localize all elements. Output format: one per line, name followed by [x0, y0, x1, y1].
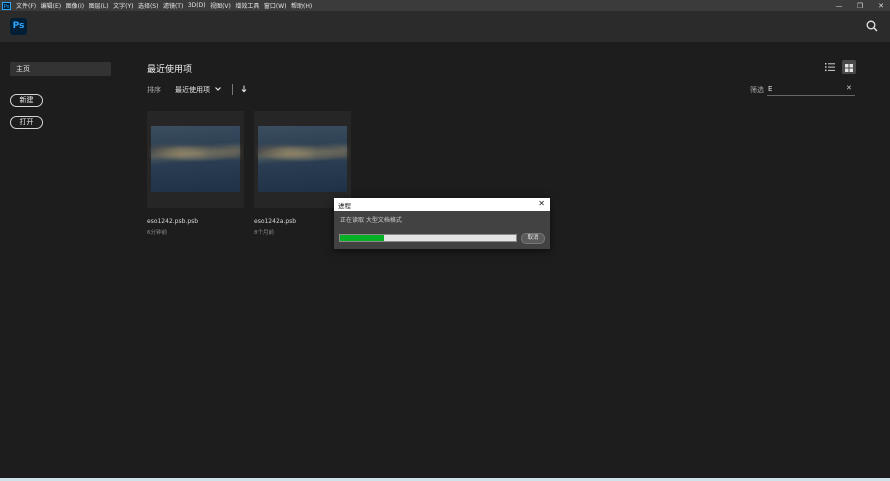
sort-direction-icon[interactable] [240, 85, 248, 93]
menu-layer[interactable]: 图层(L) [89, 1, 109, 10]
file-thumbnail-image [258, 126, 347, 192]
file-thumbnail-image [151, 126, 240, 192]
section-title: 最近使用项 [147, 65, 193, 75]
close-icon[interactable]: ✕ [538, 199, 545, 208]
home-header: Ps [0, 11, 890, 42]
menu-select[interactable]: 选择(S) [138, 1, 159, 10]
filter-label: 筛选 [750, 86, 764, 94]
sort-label: 排序 [147, 86, 161, 94]
new-button[interactable]: 新建 [10, 94, 43, 107]
menu-view[interactable]: 视图(V) [210, 1, 231, 10]
dialog-title: 进程 [338, 202, 351, 210]
menu-type[interactable]: 文字(Y) [113, 1, 133, 10]
menu-plugins[interactable]: 增效工具 [235, 1, 259, 10]
progress-bar [339, 234, 517, 242]
menu-window[interactable]: 窗口(W) [264, 1, 287, 10]
file-card-thumbnail[interactable] [254, 111, 351, 208]
grid-view-button[interactable] [842, 60, 856, 74]
menu-file[interactable]: 文件(F) [16, 1, 36, 10]
grid-view-icon [845, 64, 853, 72]
sort-divider [232, 84, 233, 95]
sort-dropdown[interactable]: 最近使用项 [175, 85, 210, 95]
app-icon[interactable]: Ps [2, 1, 11, 10]
close-window-icon[interactable]: ✕ [876, 2, 886, 10]
clear-filter-icon[interactable]: ✕ [846, 84, 852, 92]
sidebar-item-home[interactable]: 主页 [10, 62, 111, 76]
cancel-button[interactable]: 取消 [521, 233, 545, 244]
search-icon[interactable] [866, 20, 878, 32]
restore-icon[interactable]: ❐ [855, 2, 865, 10]
chevron-down-icon[interactable] [214, 85, 222, 93]
file-name[interactable]: eso1242.psb.psb [147, 218, 198, 225]
menu-bar: Ps 文件(F) 编辑(E) 图像(I) 图层(L) 文字(Y) 选择(S) 滤… [0, 0, 890, 11]
progress-fill [340, 235, 384, 241]
file-time: 8个月前 [254, 230, 274, 236]
menu-image[interactable]: 图像(I) [66, 1, 84, 10]
minimize-icon[interactable]: — [834, 2, 844, 10]
menu-filter[interactable]: 滤镜(T) [163, 1, 183, 10]
photoshop-logo: Ps [10, 18, 27, 35]
menu-help[interactable]: 帮助(H) [291, 1, 312, 10]
dialog-titlebar: 进程 ✕ [334, 198, 550, 211]
menu-3d[interactable]: 3D(D) [188, 2, 206, 9]
menu-edit[interactable]: 编辑(E) [41, 1, 61, 10]
list-view-icon[interactable] [824, 61, 836, 73]
open-button[interactable]: 打开 [10, 116, 43, 129]
file-name[interactable]: eso1242a.psb [254, 218, 296, 225]
progress-dialog: 进程 ✕ 正在读取 大型文档格式 取消 [334, 198, 550, 249]
window-controls: — ❐ ✕ [834, 0, 886, 11]
filter-input[interactable] [767, 82, 855, 96]
dialog-message: 正在读取 大型文档格式 [340, 217, 402, 224]
file-time: 6分钟前 [147, 230, 167, 236]
file-card-thumbnail[interactable] [147, 111, 244, 208]
